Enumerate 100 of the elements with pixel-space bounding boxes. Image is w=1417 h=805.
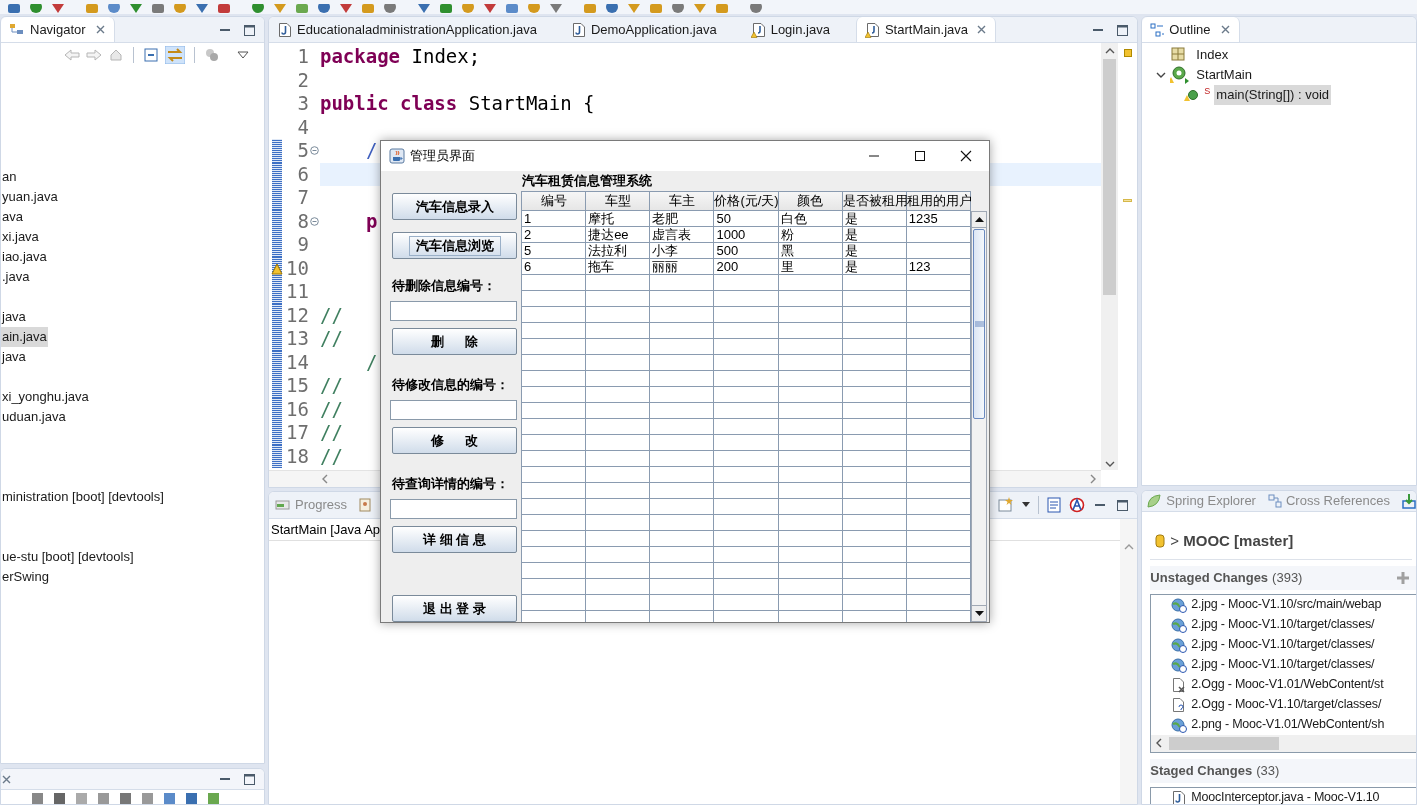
filter-icon[interactable] (204, 48, 220, 62)
caret-icon[interactable] (1022, 502, 1031, 508)
toolbar-icon[interactable] (128, 4, 144, 14)
toolbar-icon[interactable] (504, 4, 520, 14)
outline-item[interactable]: main(String[]) : void (1214, 85, 1332, 105)
tree-item[interactable]: java (1, 347, 27, 367)
horizontal-scrollbar[interactable] (1151, 734, 1416, 752)
input-field[interactable] (390, 301, 517, 321)
toolbar-icon[interactable] (250, 4, 266, 14)
toolbar-icon[interactable] (316, 4, 332, 14)
outline-tab[interactable]: Outline (1142, 17, 1240, 42)
tree-item[interactable]: iao.java (1, 247, 48, 267)
file-item[interactable]: 2.jpg - Mooc-V1.10/src/main/webap (1191, 595, 1382, 614)
column-header[interactable]: 租用的用户 (906, 192, 971, 210)
toolbar-icon[interactable] (185, 792, 199, 804)
vertical-scrollbar[interactable] (1120, 519, 1138, 804)
fold-icon[interactable] (310, 146, 319, 156)
toolbar-icon[interactable] (97, 792, 111, 804)
outline-item[interactable]: Index (1194, 45, 1231, 65)
toolbar-icon[interactable] (119, 792, 133, 804)
file-item[interactable]: 2.jpg - Mooc-V1.10/target/classes/ (1191, 615, 1375, 634)
close-icon[interactable] (1, 773, 12, 785)
maximize-icon[interactable] (242, 22, 256, 37)
toolbar-icon[interactable] (207, 792, 221, 804)
scrollbar-thumb[interactable] (973, 229, 985, 419)
file-item[interactable]: 2.png - Mooc-V1.01/WebContent/sh (1191, 715, 1385, 734)
toolbar-icon[interactable] (382, 4, 398, 14)
toolbar-icon[interactable] (106, 4, 122, 14)
up-folder-icon[interactable] (108, 48, 124, 62)
toolbar-icon[interactable] (31, 792, 45, 804)
tree-item[interactable]: an (1, 167, 18, 187)
toolbar-icon[interactable] (6, 4, 22, 14)
column-header[interactable]: 是否被租用 (842, 192, 907, 210)
dialog-button[interactable]: 详 细 信 息 (392, 526, 517, 553)
dialog-button[interactable]: 汽车信息浏览 (392, 232, 517, 259)
dialog-button[interactable]: 汽车信息录入 (392, 193, 517, 220)
tree-item[interactable]: ministration [boot] [devtools] (1, 487, 165, 507)
column-header[interactable]: 车主 (650, 192, 715, 210)
maximize-icon[interactable] (1115, 498, 1130, 512)
scrollbar-thumb[interactable] (1169, 736, 1280, 750)
dialog-button[interactable]: 退 出 登 录 (392, 595, 517, 622)
toolbar-icon[interactable] (53, 792, 67, 804)
toolbar-icon[interactable] (50, 4, 66, 14)
toolbar-icon[interactable] (141, 792, 155, 804)
tree-item[interactable]: xi_yonghu.java (1, 387, 90, 407)
toolbar-icon[interactable] (338, 4, 354, 14)
vertical-scrollbar[interactable] (1101, 43, 1119, 470)
toolbar-icon[interactable] (604, 4, 620, 14)
maximize-icon[interactable] (1115, 22, 1130, 37)
document-icon[interactable] (1047, 497, 1062, 513)
view-menu-icon[interactable] (236, 50, 250, 60)
fold-icon[interactable] (310, 216, 319, 226)
toolbar-icon[interactable] (163, 792, 177, 804)
file-item[interactable]: 2.Ogg - Mooc-V1.01/WebContent/st (1191, 675, 1384, 694)
input-field[interactable] (390, 499, 517, 519)
toolbar-icon[interactable] (28, 4, 44, 14)
toolbar-icon[interactable] (438, 4, 454, 14)
circled-a-icon[interactable] (1069, 497, 1086, 513)
maximize-icon[interactable] (242, 772, 256, 786)
chevron-down-icon[interactable] (1156, 70, 1167, 80)
vertical-scrollbar[interactable] (971, 211, 987, 622)
toolbar-icon[interactable] (416, 4, 432, 14)
toolbar-icon[interactable] (294, 4, 310, 14)
download-icon[interactable] (1402, 492, 1416, 509)
navigator-tab[interactable]: Navigator (1, 17, 115, 42)
outline-item[interactable]: StartMain (1194, 65, 1254, 85)
editor-tab[interactable]: DemoApplication.java (562, 17, 739, 42)
file-item[interactable]: 2.Ogg - Mooc-V1.10/target/classes/ (1191, 695, 1382, 714)
toolbar-icon[interactable] (150, 4, 166, 14)
column-header[interactable]: 颜色 (778, 192, 843, 210)
toolbar-icon[interactable] (670, 4, 686, 14)
toolbar-icon[interactable] (482, 4, 498, 14)
scrollbar-thumb[interactable] (1103, 59, 1117, 295)
toolbar-icon[interactable] (194, 4, 210, 14)
input-field[interactable] (390, 400, 517, 420)
editor-tab[interactable]: Login.java (742, 17, 852, 42)
close-icon[interactable] (94, 24, 106, 35)
close-icon[interactable] (976, 24, 988, 35)
editor-tab[interactable]: EducationaladministrationApplication.java (269, 17, 559, 42)
tree-item[interactable]: yuan.java (1, 187, 59, 207)
scroll-down-button[interactable] (972, 605, 986, 621)
tree-item[interactable]: ue-stu [boot] [devtools] (1, 547, 135, 567)
close-icon[interactable] (1219, 24, 1231, 35)
file-item[interactable]: 2.jpg - Mooc-V1.10/target/classes/ (1191, 635, 1375, 654)
tree-item[interactable]: uduan.java (1, 407, 67, 427)
tree-item[interactable]: ava (1, 207, 24, 227)
tree-item[interactable]: xi.java (1, 227, 40, 247)
tree-item[interactable]: erSwing (1, 567, 50, 587)
dialog-button[interactable]: 删 除 (392, 328, 517, 355)
toolbar-icon[interactable] (748, 4, 764, 14)
scroll-up-button[interactable] (972, 212, 986, 228)
editor-tab[interactable]: StartMain.java (855, 17, 997, 42)
tree-item[interactable]: java (1, 307, 27, 327)
collapse-all-icon[interactable] (143, 47, 159, 63)
column-header[interactable]: 价格(元/天) (714, 192, 779, 210)
new-console-icon[interactable] (998, 497, 1015, 513)
column-header[interactable]: 编号 (522, 192, 587, 210)
column-header[interactable]: 车型 (586, 192, 651, 210)
toolbar-icon[interactable] (548, 4, 564, 14)
file-item[interactable]: 2.jpg - Mooc-V1.10/target/classes/ (1191, 655, 1375, 674)
